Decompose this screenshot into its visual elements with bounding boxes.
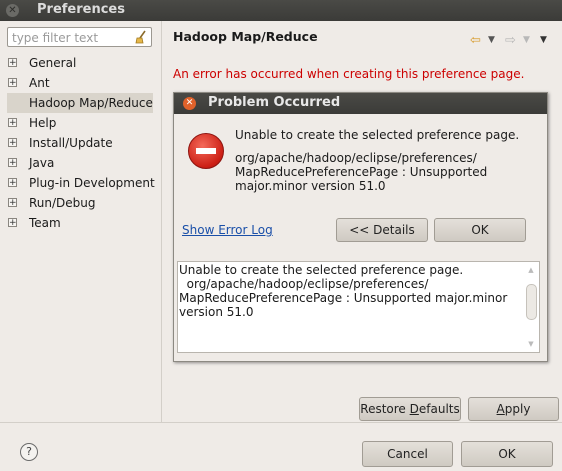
clear-filter-icon[interactable]	[134, 30, 148, 44]
dialog-message: Unable to create the selected preference…	[235, 128, 520, 142]
expand-icon[interactable]: +	[8, 58, 17, 68]
tree-item-label: Ant	[29, 76, 50, 90]
expand-icon[interactable]: +	[8, 138, 17, 148]
tree-item-label: General	[29, 56, 77, 70]
show-error-log-link[interactable]: Show Error Log	[182, 223, 273, 237]
view-menu-icon[interactable]: ▼	[540, 35, 547, 45]
close-icon[interactable]: ✕	[6, 4, 19, 17]
scroll-up-icon[interactable]: ▲	[525, 264, 537, 276]
details-textarea[interactable]: Unable to create the selected preference…	[177, 261, 540, 353]
tree-item-label: Java	[29, 156, 55, 170]
dialog-close-icon[interactable]: ✕	[183, 97, 196, 110]
tree-item[interactable]: + Help	[0, 113, 161, 133]
tree-item-label: Team	[29, 216, 61, 230]
back-icon[interactable]: ⇦	[470, 33, 481, 48]
title-bar: ✕ Preferences	[0, 0, 562, 21]
tree-item[interactable]: + Plug-in Development	[0, 173, 161, 193]
dialog-ok-button[interactable]: OK	[434, 218, 526, 242]
cancel-button[interactable]: Cancel	[362, 441, 453, 467]
page-title: Hadoop Map/Reduce	[173, 29, 318, 44]
restore-defaults-button[interactable]: Restore Defaults	[359, 397, 461, 421]
bottom-separator	[0, 422, 562, 423]
expand-icon[interactable]: +	[8, 78, 17, 88]
tree-item[interactable]: + Install/Update	[0, 133, 161, 153]
expand-icon[interactable]: +	[8, 158, 17, 168]
details-scrollbar[interactable]: ▲ ▼	[525, 264, 537, 350]
forward-icon[interactable]: ⇨	[505, 33, 516, 48]
scroll-down-icon[interactable]: ▼	[525, 338, 537, 350]
tree-item[interactable]: + Run/Debug	[0, 193, 161, 213]
ok-button[interactable]: OK	[461, 441, 553, 467]
forward-menu-icon[interactable]: ▼	[523, 35, 530, 45]
help-icon[interactable]: ?	[20, 443, 38, 461]
tree-item-label: Help	[29, 116, 57, 130]
back-menu-icon[interactable]: ▼	[488, 35, 495, 45]
expand-icon[interactable]: +	[8, 198, 17, 208]
tree-item-label: Install/Update	[29, 136, 113, 150]
filter-input[interactable]: type filter text	[7, 27, 152, 47]
dialog-detail: org/apache/hadoop/eclipse/preferences/ M…	[235, 151, 488, 193]
page-error-message: An error has occurred when creating this…	[173, 67, 525, 81]
error-icon	[188, 133, 224, 169]
apply-button[interactable]: Apply	[468, 397, 559, 421]
tree-item[interactable]: + General	[0, 53, 161, 73]
details-text: Unable to create the selected preference…	[179, 263, 508, 319]
tree-item-label: Plug-in Development	[29, 176, 155, 190]
expand-icon[interactable]: +	[8, 218, 17, 228]
tree-item[interactable]: + Ant	[0, 73, 161, 93]
tree-item-label: Hadoop Map/Reduce	[29, 96, 153, 110]
problem-dialog: ✕ Problem Occurred Unable to create the …	[173, 92, 548, 362]
scroll-thumb[interactable]	[526, 284, 537, 320]
dialog-title-bar: ✕ Problem Occurred	[174, 93, 547, 114]
expand-icon[interactable]: +	[8, 178, 17, 188]
tree-item-label: Run/Debug	[29, 196, 96, 210]
tree-item[interactable]: Hadoop Map/Reduce	[7, 93, 153, 113]
details-button[interactable]: << Details	[336, 218, 428, 242]
expand-icon[interactable]: +	[8, 118, 17, 128]
tree-item[interactable]: + Java	[0, 153, 161, 173]
filter-placeholder: type filter text	[12, 31, 99, 45]
preferences-window: ✕ Preferences type filter text + General +…	[0, 0, 562, 471]
preference-tree: + General + Ant Hadoop Map/Reduce + Help + Insta…	[0, 53, 161, 233]
tree-item[interactable]: + Team	[0, 213, 161, 233]
dialog-title: Problem Occurred	[208, 95, 341, 110]
page-navigation: ⇦ ▼ ⇨ ▼ ▼	[470, 33, 550, 48]
window-title: Preferences	[37, 2, 125, 17]
